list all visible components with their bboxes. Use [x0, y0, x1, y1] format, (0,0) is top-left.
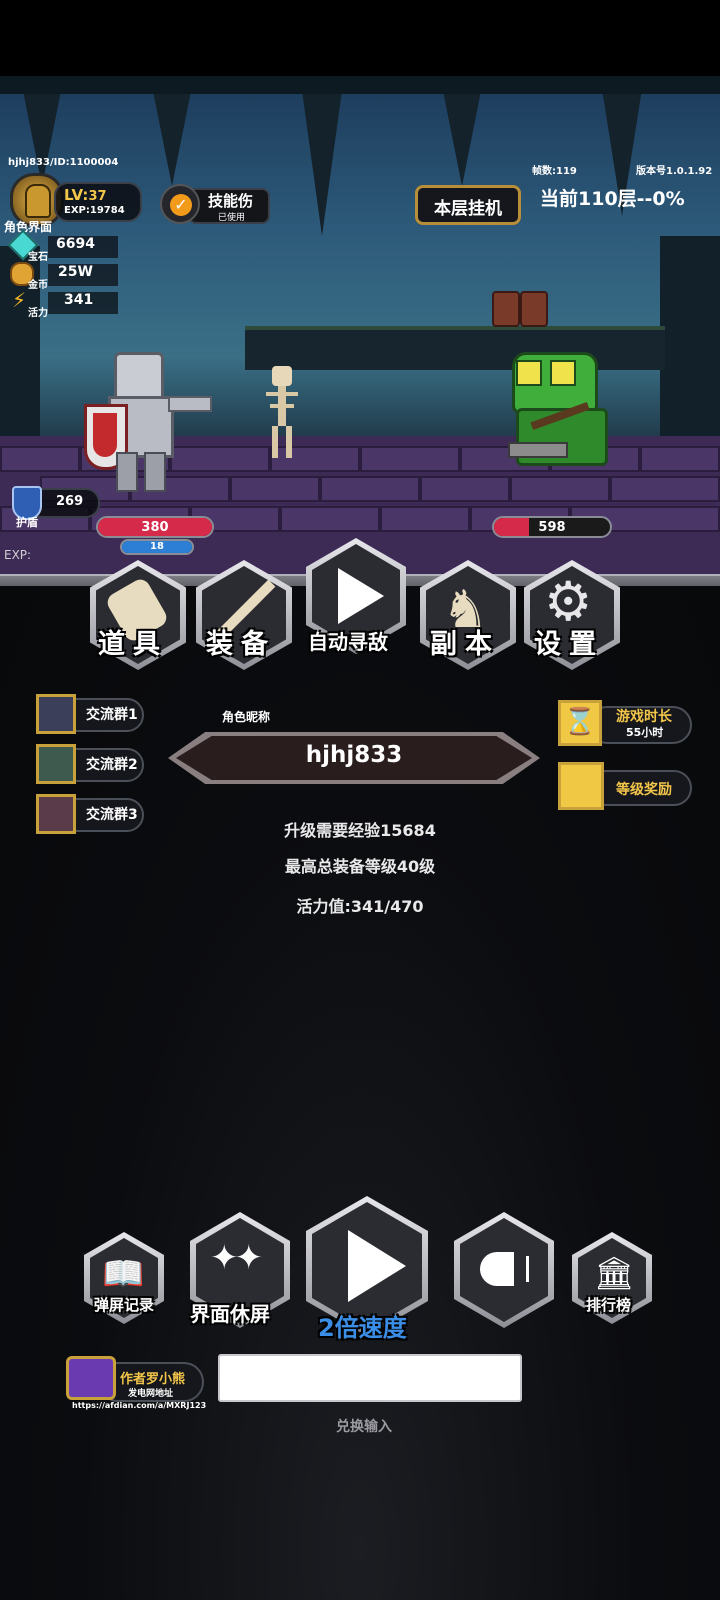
flashlight-button[interactable] — [450, 1212, 560, 1332]
knight-avatar-icon — [36, 694, 76, 734]
player-id: hjhj833/ID:1100004 — [8, 157, 119, 168]
level-text: LV:37 — [64, 186, 107, 204]
menu-equipment-button[interactable]: 装备 — [194, 560, 294, 670]
exp-bar-label: EXP: — [4, 548, 32, 562]
menu-equipment-label: 装备 — [206, 629, 276, 660]
group-1-button[interactable]: 交流群1 — [36, 694, 146, 734]
player-mp-bar: 18 — [120, 539, 194, 555]
knight-player-sprite — [84, 352, 214, 492]
level-value: 37 — [88, 189, 107, 204]
menu-settings-button[interactable]: ⚙ 设置 — [522, 560, 622, 670]
barrel-icon — [492, 291, 520, 327]
skill-toggle[interactable]: ✓ 技能伤 已使用 — [160, 184, 270, 224]
skill-sub: 已使用 — [218, 213, 246, 223]
helmet-icon — [558, 762, 604, 810]
redeem-input[interactable] — [218, 1354, 522, 1402]
coin-label: 金币 — [28, 280, 48, 291]
redeem-label: 兑换输入 — [336, 1419, 392, 1435]
flashlight-icon — [480, 1252, 514, 1286]
play-icon — [348, 1230, 406, 1302]
energy-value: 341 — [64, 292, 94, 308]
coin-value: 25W — [58, 264, 93, 280]
level-reward-label: 等级奖励 — [616, 782, 672, 798]
status-bar — [0, 0, 720, 76]
menu-dungeon-label: 副本 — [430, 629, 500, 660]
floor-idle-label: 本层挂机 — [434, 199, 502, 219]
shield-stat: 269 护盾 — [8, 484, 100, 529]
resource-coin: 金币 25W — [8, 262, 118, 291]
danmaku-log-label: 弹屏记录 — [94, 1296, 155, 1314]
nickname-plate[interactable]: hjhj833 — [168, 724, 540, 792]
hourglass-icon: ⌛ — [558, 700, 602, 746]
gem-value: 6694 — [56, 236, 95, 252]
menu-dungeon-button[interactable]: ♞ 副本 — [418, 560, 518, 670]
skeleton-sprite — [264, 366, 300, 458]
playtime-value: 55小时 — [626, 726, 664, 739]
double-speed-label: 2倍速度 — [318, 1314, 407, 1342]
menu-settings-label: 设置 — [534, 629, 604, 660]
player-hp-bar: 380 — [96, 516, 214, 538]
energy-label: 活力 — [28, 308, 48, 319]
bank-icon: 🏛 — [594, 1254, 635, 1292]
shield-value: 269 — [56, 494, 84, 509]
menu-items-label: 道具 — [98, 629, 168, 660]
helmet-icon — [25, 184, 51, 218]
playtime-button[interactable]: ⌛ 游戏时长 55小时 — [558, 700, 694, 746]
menu-auto-button[interactable]: 自动寻敌 — [300, 538, 410, 658]
enemy-hp-bar: 598 — [492, 516, 612, 538]
role-screen-label[interactable]: 角色界面 — [4, 218, 52, 235]
nickname-text: hjhj833 — [305, 742, 403, 768]
checkmark-icon: ✓ — [160, 184, 200, 224]
nickname-label: 角色昵称 — [222, 710, 271, 724]
author-sub: 发电网地址 — [128, 1389, 174, 1399]
floor-idle-button[interactable]: 本层挂机 — [415, 185, 521, 225]
screen-rest-label: 界面休屏 — [190, 1302, 270, 1326]
author-name: 作者罗小熊 — [120, 1372, 186, 1387]
battle-scene: 269 护盾 380 18 598 EXP: — [0, 76, 720, 586]
playtime-label: 游戏时长 — [616, 709, 672, 725]
menu-items-button[interactable]: 道具 — [88, 560, 188, 670]
shield-label: 护盾 — [16, 516, 38, 529]
play-icon — [338, 568, 384, 624]
screen-rest-button[interactable]: ✦✦ 界面休屏 — [186, 1212, 296, 1332]
group-2-button[interactable]: 交流群2 — [36, 744, 146, 784]
player-mp-value: 18 — [150, 541, 164, 552]
frog-enemy-sprite — [506, 352, 610, 472]
double-speed-button[interactable]: 2倍速度 — [302, 1196, 432, 1346]
enemy-hp-value: 598 — [538, 520, 566, 535]
floor-progress: 当前110层--0% — [540, 188, 685, 210]
fps-counter: 帧数:119 — [532, 166, 577, 177]
level-prefix: LV: — [64, 186, 89, 204]
book-icon: 📖 — [102, 1254, 145, 1294]
author-url[interactable]: https://afdian.com/a/MXRJ123 — [72, 1401, 206, 1410]
author-avatar-icon — [66, 1356, 116, 1400]
leaderboard-button[interactable]: 🏛 排行榜 — [572, 1232, 656, 1328]
resource-gem: 宝石 6694 — [7, 229, 118, 263]
knight-avatar-icon — [36, 744, 76, 784]
stars-icon: ✦✦ — [210, 1238, 263, 1278]
leaderboard-label: 排行榜 — [586, 1296, 632, 1314]
danmaku-log-button[interactable]: 📖 弹屏记录 — [84, 1232, 168, 1328]
energy-value-text: 活力值:341/470 — [296, 897, 424, 916]
menu-auto-label: 自动寻敌 — [308, 630, 388, 654]
lightning-icon: ⚡ — [12, 288, 27, 312]
skill-label: 技能伤 — [208, 192, 254, 210]
gem-label: 宝石 — [28, 252, 48, 263]
level-reward-button[interactable]: 等级奖励 — [558, 762, 694, 810]
player-hp-value: 380 — [141, 520, 169, 535]
exp-text: EXP:19784 — [64, 205, 125, 216]
version-label: 版本号1.0.1.92 — [636, 166, 713, 177]
resource-energy: ⚡ 活力 341 — [8, 288, 118, 319]
barrel-icon — [520, 291, 548, 327]
max-equip-level-text: 最高总装备等级40级 — [284, 857, 436, 876]
exp-needed-text: 升级需要经验15684 — [284, 821, 436, 840]
